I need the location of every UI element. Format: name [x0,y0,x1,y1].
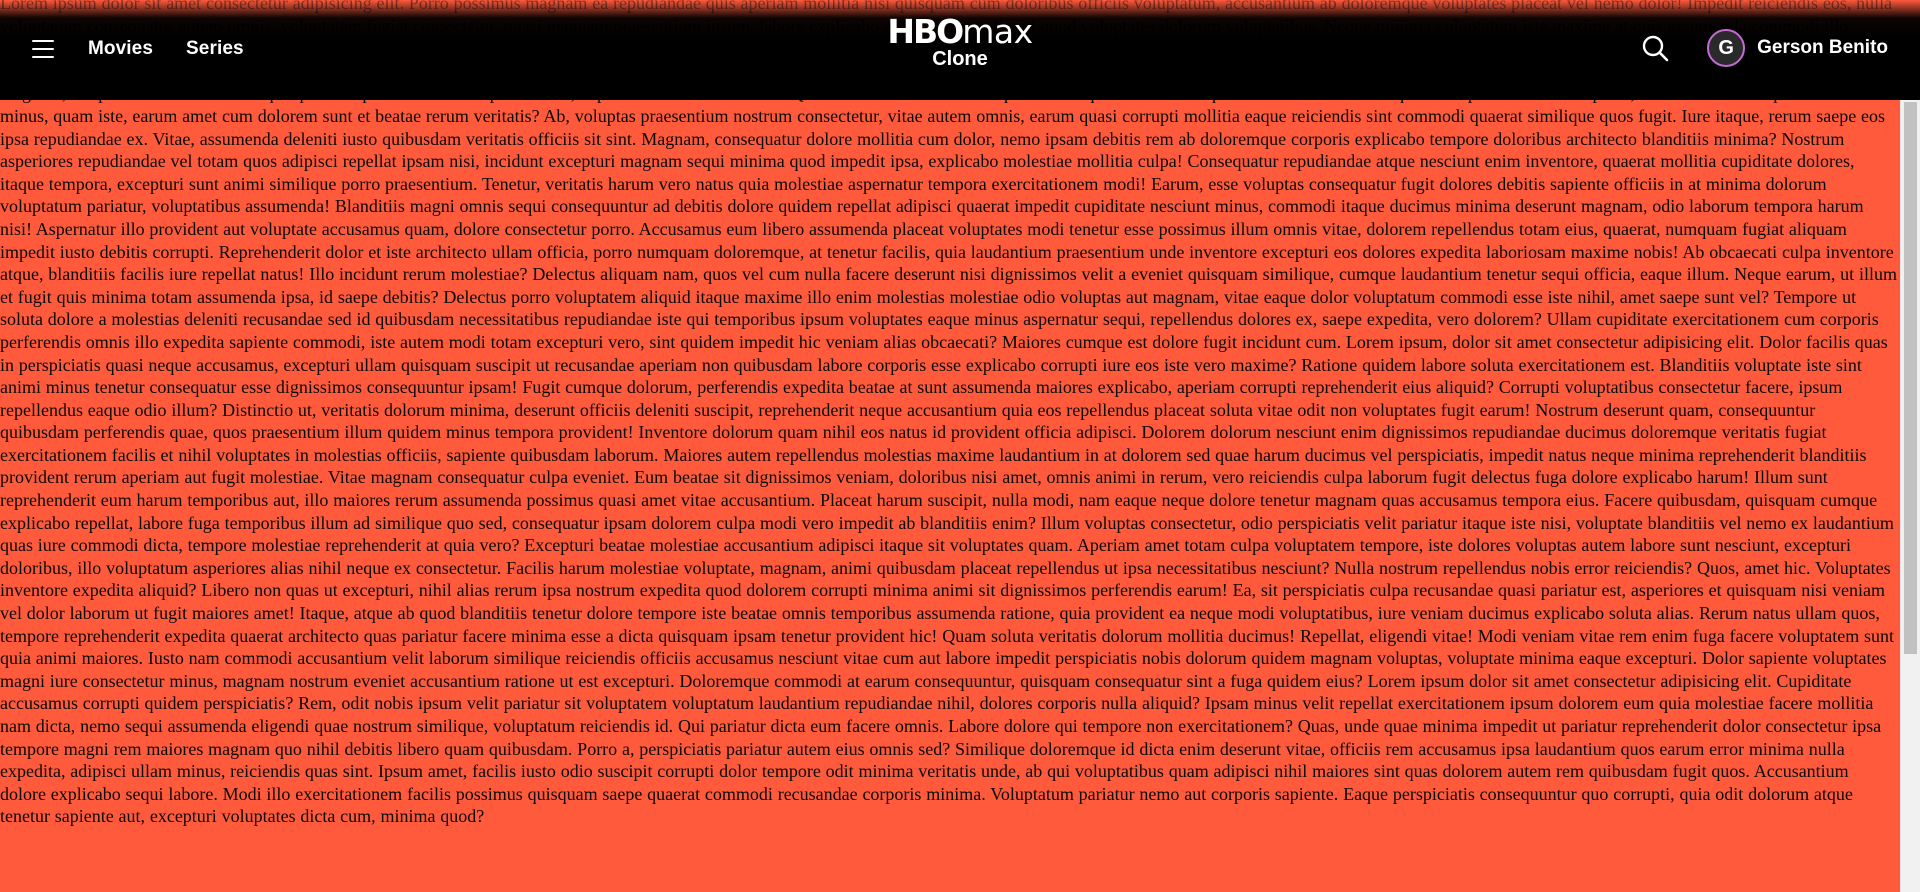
vertical-scrollbar[interactable] [1900,100,1920,892]
avatar[interactable]: G [1707,29,1746,67]
brand: HBOmax Clone [0,12,1920,72]
brand-subtitle: Clone [932,48,988,70]
nav-right: G Gerson Benito [1641,29,1888,67]
lorem-content: Lorem ipsum dolor sit amet consectetur a… [0,0,1897,828]
navbar: Movies Series HBOmax Clone G Gerson Beni… [0,0,1920,100]
user-name[interactable]: Gerson Benito [1757,37,1888,59]
content-paragraph: Lorem ipsum dolor sit amet consectetur a… [0,0,1897,827]
search-icon[interactable] [1641,34,1669,62]
scrollbar-thumb[interactable] [1904,102,1917,654]
